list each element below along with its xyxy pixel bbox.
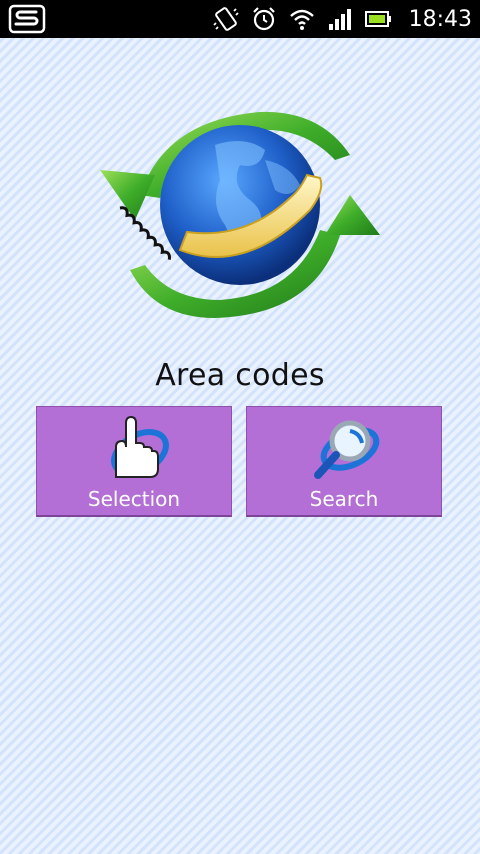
alarm-icon <box>251 6 277 32</box>
status-indicators: 18:43 <box>212 0 472 38</box>
battery-icon <box>364 6 393 32</box>
app-title: Area codes <box>155 358 325 393</box>
signal-icon <box>327 6 353 32</box>
wifi-icon <box>289 6 315 32</box>
search-button-label: Search <box>309 487 379 511</box>
magnifier-icon <box>306 413 382 481</box>
globe-phone-arrows-icon <box>95 100 385 330</box>
selection-button-label: Selection <box>87 487 181 511</box>
vibrate-icon <box>212 6 239 32</box>
s-notification-icon <box>8 4 46 34</box>
pointing-hand-icon <box>96 413 172 481</box>
selection-button[interactable]: Selection <box>36 406 232 517</box>
status-bar: 18:43 <box>0 0 480 38</box>
search-button[interactable]: Search <box>246 406 442 517</box>
status-clock: 18:43 <box>408 6 472 32</box>
